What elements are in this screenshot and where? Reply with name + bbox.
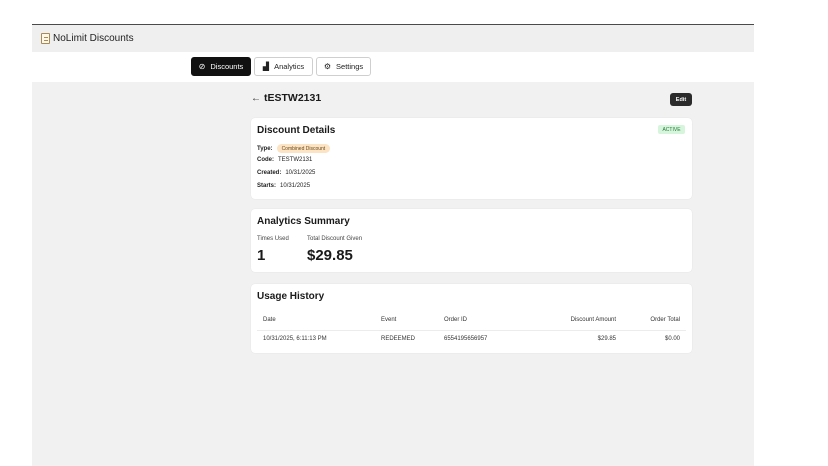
detail-type: Type: Combined Discount <box>257 144 331 153</box>
column-header-order-id: Order ID <box>444 317 468 323</box>
page-title: tESTW2131 <box>264 92 322 104</box>
detail-code: Code: TESTW2131 <box>257 157 312 163</box>
tab-analytics[interactable]: ▟ Analytics <box>254 57 313 76</box>
column-header-order-total: Order Total <box>650 317 680 323</box>
type-chip: Combined Discount <box>276 144 331 153</box>
tab-analytics-label: Analytics <box>274 62 305 71</box>
created-label: Created: <box>257 170 282 176</box>
tab-settings[interactable]: ⚙ Settings <box>316 57 371 76</box>
discount-icon: ⊘ <box>198 61 206 71</box>
gear-icon: ⚙ <box>323 61 332 71</box>
detail-created: Created: 10/31/2025 <box>257 170 315 176</box>
usage-history-card: Usage History Date Event Order ID Discou… <box>251 284 692 353</box>
back-arrow-icon[interactable]: ← <box>251 93 261 104</box>
column-header-event: Event <box>381 317 397 323</box>
app-window: NoLimit Discounts ⊘ Discounts ▟ Analytic… <box>32 24 754 466</box>
app-title: NoLimit Discounts <box>53 33 134 44</box>
type-label: Type: <box>257 145 273 152</box>
usage-history-title: Usage History <box>257 291 325 302</box>
created-value: 10/31/2025 <box>285 170 316 176</box>
cell-date: 10/31/2025, 6:11:13 PM <box>263 336 327 342</box>
document-icon <box>41 33 50 44</box>
total-discount-label: Total Discount Given <box>307 236 363 242</box>
column-header-discount-amount: Discount Amount <box>570 317 616 323</box>
total-discount-value: $29.85 <box>307 247 353 264</box>
times-used-value: 1 <box>257 247 266 264</box>
code-label: Code: <box>257 157 274 163</box>
analytics-summary-card: Analytics Summary Times Used 1 Total Dis… <box>251 209 692 272</box>
cell-order-id: 6554195656957 <box>444 336 488 342</box>
column-header-date: Date <box>263 317 276 323</box>
detail-starts: Starts: 10/31/2025 <box>257 183 310 189</box>
starts-label: Starts: <box>257 183 277 189</box>
main-nav: ⊘ Discounts ▟ Analytics ⚙ Settings <box>32 52 754 82</box>
discount-details-card: Discount Details ACTIVE Type: Combined D… <box>251 118 692 199</box>
bar-chart-icon: ▟ <box>262 61 270 71</box>
times-used-label: Times Used <box>257 236 289 242</box>
page-header: ← tESTW2131 Edit <box>251 92 692 107</box>
discount-details-title: Discount Details <box>257 125 336 136</box>
table-divider <box>257 330 686 331</box>
cell-order-total: $0.00 <box>664 336 680 342</box>
cell-event: REDEEMED <box>381 336 416 342</box>
starts-value: 10/31/2025 <box>280 183 311 189</box>
code-value: TESTW2131 <box>278 157 313 163</box>
tab-discounts-label: Discounts <box>210 62 244 71</box>
analytics-summary-title: Analytics Summary <box>257 216 350 227</box>
edit-button[interactable]: Edit <box>670 93 692 106</box>
status-badge: ACTIVE <box>658 125 685 134</box>
tab-settings-label: Settings <box>336 62 364 71</box>
cell-discount-amount: $29.85 <box>597 336 616 342</box>
tab-discounts[interactable]: ⊘ Discounts <box>191 57 251 76</box>
app-header: NoLimit Discounts <box>32 25 754 52</box>
